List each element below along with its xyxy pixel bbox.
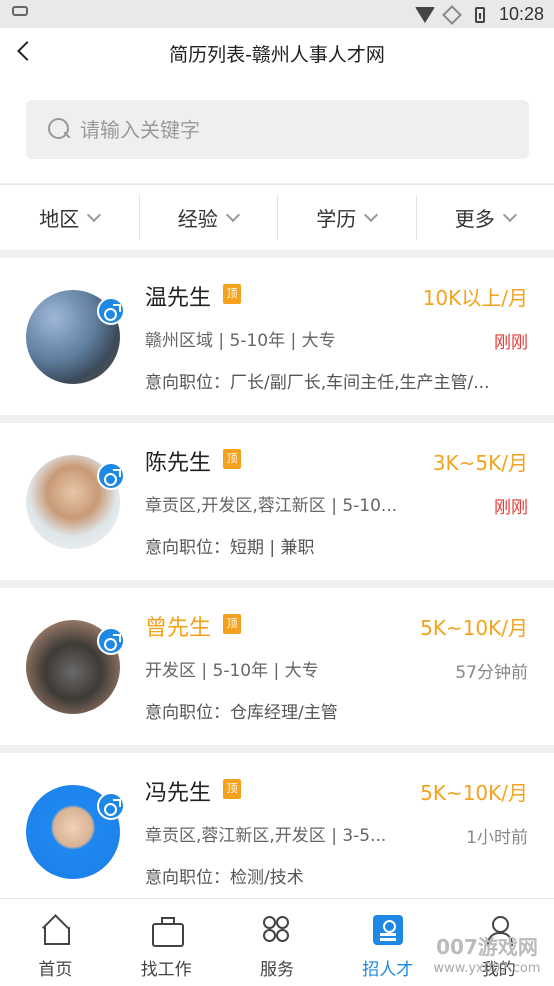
chevron-down-icon [502,207,517,222]
tab-label: 招人才 [362,960,414,980]
tab-home[interactable]: 首页 [0,899,111,986]
chevron-down-icon [225,207,240,222]
male-icon [97,297,125,325]
intended-position: 意向职位：短期 | 兼职 [145,538,315,558]
chevron-down-icon [87,207,102,222]
search-section [0,78,554,183]
search-input[interactable] [80,114,500,146]
watermark: 007游戏网 www.yx007.com [428,936,546,980]
status-icons: 10:28 [414,4,544,25]
salary: 5K~10K/月 [420,616,528,640]
male-icon [97,462,125,490]
status-bar: 10:28 [0,0,554,28]
salary: 5K~10K/月 [420,781,528,805]
resume-card[interactable]: 冯先生 顶 5K~10K/月 章贡区,蓉江新区,开发区 | 3-5... 1小时… [0,753,554,910]
tab-find-job[interactable]: 找工作 [111,899,222,986]
candidate-name: 温先生 [145,286,212,311]
tab-label: 首页 [38,960,73,980]
no-signal-icon [442,4,462,25]
filter-label: 地区 [39,207,80,231]
resume-card[interactable]: 陈先生 顶 3K~5K/月 章贡区,开发区,蓉江新区 | 5-10... 刚刚 … [0,423,554,580]
home-icon [40,915,71,945]
tab-label: 找工作 [140,960,192,980]
candidate-name: 曾先生 [145,616,212,641]
wifi-icon [414,6,435,24]
candidate-meta: 赣州区域 | 5-10年 | 大专 [145,331,336,351]
male-icon [97,627,125,655]
filter-education[interactable]: 学历 [277,185,416,250]
tab-label: 服务 [259,960,294,980]
filter-label: 学历 [316,207,357,231]
watermark-main: 007游戏网 [436,935,538,959]
resume-card[interactable]: 温先生 顶 10K以上/月 赣州区域 | 5-10年 | 大专 刚刚 意向职位：… [0,258,554,415]
male-icon [97,792,125,820]
top-badge: 顶 [223,614,241,634]
updated-time: 刚刚 [494,333,528,353]
battery-icon [471,6,489,24]
recruit-icon [372,915,403,945]
filter-label: 更多 [454,207,495,231]
updated-time: 刚刚 [494,498,528,518]
candidate-meta: 章贡区,开发区,蓉江新区 | 5-10... [145,496,398,516]
filter-more[interactable]: 更多 [415,185,554,250]
candidate-name: 冯先生 [145,781,212,806]
top-badge: 顶 [223,284,241,304]
filter-region[interactable]: 地区 [0,185,139,250]
top-badge: 顶 [223,779,241,799]
filter-bar: 地区 经验 学历 更多 [0,184,554,250]
tab-services[interactable]: 服务 [222,899,333,986]
intended-position: 意向职位：厂长/副厂长,车间主任,生产主管/... [145,373,490,393]
intended-position: 意向职位：仓库经理/主管 [145,703,338,723]
filter-experience[interactable]: 经验 [138,185,278,250]
status-time: 10:28 [498,4,544,24]
intended-position: 意向职位：检测/技术 [145,868,304,888]
top-badge: 顶 [223,449,241,469]
salary: 10K以上/月 [422,286,528,310]
salary: 3K~5K/月 [432,451,528,475]
candidate-meta: 章贡区,蓉江新区,开发区 | 3-5... [145,826,387,846]
candidate-name: 陈先生 [145,451,212,476]
resume-card[interactable]: 曾先生 顶 5K~10K/月 开发区 | 5-10年 | 大专 57分钟前 意向… [0,588,554,745]
updated-time: 1小时前 [466,828,528,848]
page-title: 简历列表-赣州人事人才网 [169,44,385,66]
search-icon [48,118,70,140]
briefcase-icon [151,915,185,947]
filter-label: 经验 [177,207,218,231]
notification-icon [12,6,28,16]
services-icon [262,915,292,945]
chevron-down-icon [364,207,379,222]
candidate-meta: 开发区 | 5-10年 | 大专 [145,661,319,681]
updated-time: 57分钟前 [455,663,528,683]
search-box[interactable] [26,100,529,159]
tab-recruit[interactable]: 招人才 [332,899,443,986]
watermark-sub: www.yx007.com [433,961,541,976]
title-bar: 简历列表-赣州人事人才网 [0,28,554,78]
